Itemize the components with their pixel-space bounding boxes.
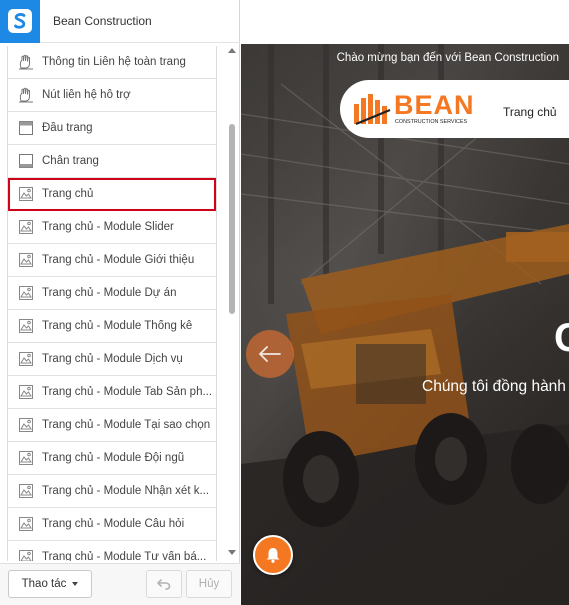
page-icon — [17, 318, 34, 335]
section-item[interactable]: Trang chủ - Module Tại sao chọn — [8, 409, 216, 442]
section-item[interactable]: Trang chủ - Module Dự án — [8, 277, 216, 310]
undo-icon — [157, 579, 171, 590]
section-item[interactable]: Trang chủ - Module Dịch vụ — [8, 343, 216, 376]
page-icon — [17, 450, 34, 467]
page-icon — [17, 351, 34, 368]
cancel-button[interactable]: Hủy — [186, 570, 232, 598]
section-item[interactable]: Trang chủ - Module Giới thiệu — [8, 244, 216, 277]
hero-subtitle: Chúng tôi đồng hành — [422, 378, 566, 395]
section-item-label: Đầu trang — [42, 122, 93, 134]
bell-icon — [266, 548, 280, 563]
hero-title: C — [554, 316, 569, 360]
page-icon — [17, 186, 34, 203]
page-icon — [17, 384, 34, 401]
page-icon — [17, 219, 34, 236]
section-item-label: Chân trang — [42, 155, 99, 167]
site-navbar: BEAN CONSTRUCTION SERVICES Trang chủ — [340, 80, 569, 138]
section-item-label: Trang chủ - Module Giới thiệu — [42, 254, 195, 266]
hand-icon — [17, 87, 34, 104]
notification-bell-button[interactable] — [253, 535, 293, 575]
section-item-label: Trang chủ - Module Nhận xét k... — [42, 485, 210, 497]
actions-label: Thao tác — [21, 578, 67, 590]
hand-icon — [17, 54, 34, 71]
section-item-selected[interactable]: Trang chủ — [8, 178, 216, 211]
brand-tagline: CONSTRUCTION SERVICES — [395, 119, 468, 125]
section-item[interactable]: Chân trang — [8, 145, 216, 178]
section-item-label: Thông tin Liên hệ toàn trang — [42, 56, 186, 68]
page-icon — [17, 285, 34, 302]
panel-footer: Thao tác Hủy — [0, 563, 240, 605]
section-item-label: Trang chủ — [42, 188, 94, 200]
brand-name: BEAN — [394, 90, 475, 120]
actions-dropdown-button[interactable]: Thao tác — [8, 570, 92, 598]
section-item[interactable]: Trang chủ - Module Tư vấn bá... — [8, 541, 216, 561]
section-item[interactable]: Trang chủ - Module Nhận xét k... — [8, 475, 216, 508]
caret-down-icon — [72, 582, 79, 586]
section-item[interactable]: Trang chủ - Module Thống kê — [8, 310, 216, 343]
welcome-text: Chào mừng bạn đến với Bean Construction — [336, 52, 559, 64]
section-item[interactable]: Trang chủ - Module Đội ngũ — [8, 442, 216, 475]
section-item-label: Trang chủ - Module Tab Sản ph... — [42, 386, 213, 398]
section-item[interactable]: Trang chủ - Module Slider — [8, 211, 216, 244]
section-item-label: Trang chủ - Module Tư vấn bá... — [42, 551, 207, 561]
page-icon — [17, 483, 34, 500]
section-list: Thông tin Liên hệ toàn trang Nút liên hệ … — [7, 46, 217, 561]
section-item-label: Trang chủ - Module Câu hỏi — [42, 518, 185, 530]
arrow-left-icon — [259, 346, 281, 362]
section-item[interactable]: Thông tin Liên hệ toàn trang — [8, 46, 216, 79]
hero-slider: Chào mừng bạn đến với Bean Construction … — [241, 44, 569, 605]
scrollbar-thumb[interactable] — [229, 124, 235, 314]
scroll-up-arrow-icon[interactable] — [228, 48, 236, 53]
site-preview: Chào mừng bạn đến với Bean Construction … — [241, 0, 569, 605]
page-icon — [17, 417, 34, 434]
section-item[interactable]: Trang chủ - Module Tab Sản ph... — [8, 376, 216, 409]
theme-editor-panel: Bean Construction Thông tin Liên hệ toàn… — [0, 0, 240, 605]
nav-home-link[interactable]: Trang chủ — [503, 105, 557, 119]
bean-construction-logo[interactable]: BEAN CONSTRUCTION SERVICES — [354, 90, 484, 130]
header-layout-icon — [17, 120, 34, 137]
page-icon — [17, 516, 34, 533]
undo-button[interactable] — [146, 570, 182, 598]
section-item-label: Trang chủ - Module Đội ngũ — [42, 452, 185, 464]
slider-prev-button[interactable] — [246, 330, 294, 378]
section-item-label: Trang chủ - Module Dự án — [42, 287, 177, 299]
section-item-label: Trang chủ - Module Dịch vụ — [42, 353, 183, 365]
section-item[interactable]: Nút liên hệ hỗ trợ — [8, 79, 216, 112]
page-icon — [17, 549, 34, 561]
section-list-scrollbar[interactable] — [226, 44, 238, 561]
page-icon — [17, 252, 34, 269]
panel-header: Bean Construction — [0, 0, 240, 43]
scroll-down-arrow-icon[interactable] — [228, 550, 236, 555]
section-item[interactable]: Đầu trang — [8, 112, 216, 145]
section-item-label: Trang chủ - Module Slider — [42, 221, 174, 233]
footer-layout-icon — [17, 153, 34, 170]
section-item[interactable]: Trang chủ - Module Câu hỏi — [8, 508, 216, 541]
section-item-label: Nút liên hệ hỗ trợ — [42, 89, 131, 101]
section-item-label: Trang chủ - Module Thống kê — [42, 320, 193, 332]
section-item-label: Trang chủ - Module Tại sao chọn — [42, 419, 211, 431]
site-name: Bean Construction — [53, 14, 152, 28]
s-logo-icon[interactable] — [0, 0, 40, 43]
